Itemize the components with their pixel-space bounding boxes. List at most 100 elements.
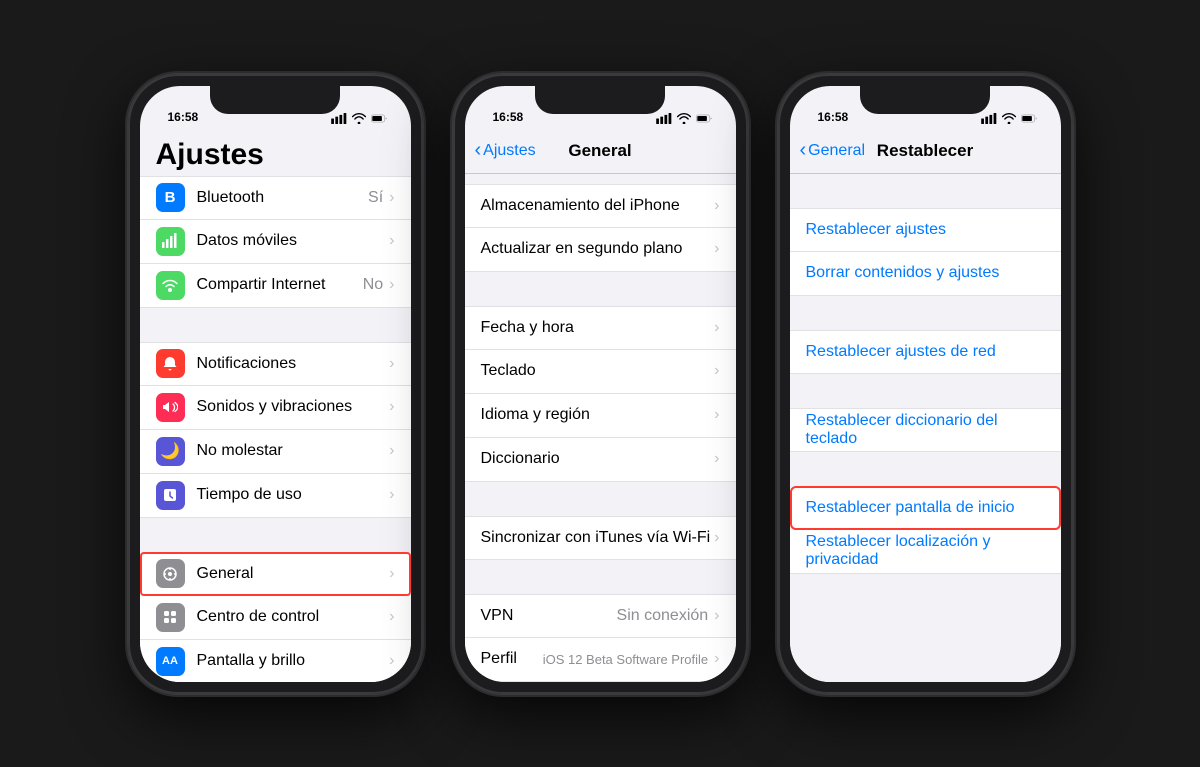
hotspot-label: Compartir Internet: [197, 276, 363, 294]
row-hotspot[interactable]: Compartir Internet No ›: [140, 264, 411, 308]
signal-icon-2: [656, 113, 672, 124]
row-reset-ajustes[interactable]: Restablecer ajustes: [790, 208, 1061, 252]
datetime-label: Fecha y hora: [481, 319, 715, 337]
status-icons-1: [331, 113, 387, 124]
keyboard-label: Teclado: [481, 362, 715, 380]
row-keyboard[interactable]: Teclado ›: [465, 350, 736, 394]
group-system: General › Centro de control › AA Pantall…: [140, 552, 411, 682]
row-display[interactable]: AA Pantalla y brillo ›: [140, 640, 411, 682]
nav-title-3: Restablecer: [877, 141, 973, 161]
vpn-label: VPN: [481, 607, 617, 625]
row-datetime[interactable]: Fecha y hora ›: [465, 306, 736, 350]
status-time-2: 16:58: [489, 110, 524, 124]
spacer-1: [140, 308, 411, 342]
nav-back-label-3: General: [808, 142, 865, 160]
spacer-r4: [790, 452, 1061, 486]
row-dictionary[interactable]: Diccionario ›: [465, 438, 736, 482]
row-vpn[interactable]: VPN Sin conexión ›: [465, 594, 736, 638]
cellular-chevron: ›: [389, 232, 394, 250]
sounds-icon: [156, 393, 185, 422]
spacer-r3: [790, 374, 1061, 408]
bluetooth-chevron: ›: [389, 189, 394, 207]
status-time-1: 16:58: [164, 110, 199, 124]
row-bluetooth[interactable]: B Bluetooth Sí ›: [140, 176, 411, 220]
row-language[interactable]: Idioma y región ›: [465, 394, 736, 438]
iphone-3: 16:58: [778, 74, 1073, 694]
notch-1: [210, 86, 340, 114]
back-chevron-2: ‹: [475, 139, 482, 162]
row-general[interactable]: General ›: [140, 552, 411, 596]
row-borrar[interactable]: Borrar contenidos y ajustes: [790, 252, 1061, 296]
row-reset-pantalla[interactable]: Restablecer pantalla de inicio: [790, 486, 1061, 530]
group-reset-red: Restablecer ajustes de red: [790, 330, 1061, 374]
borrar-label: Borrar contenidos y ajustes: [806, 264, 1000, 282]
group-reset-teclado: Restablecer diccionario del teclado: [790, 408, 1061, 452]
content-2: Almacenamiento del iPhone › Actualizar e…: [465, 174, 736, 682]
row-reset-localizacion[interactable]: Restablecer localización y privacidad: [790, 530, 1061, 574]
row-bgrefresh[interactable]: Actualizar en segundo plano ›: [465, 228, 736, 272]
spacer-2: [140, 518, 411, 552]
notifications-label: Notificaciones: [197, 355, 390, 373]
bluetooth-value: Sí: [368, 189, 383, 207]
storage-chevron: ›: [714, 197, 719, 215]
language-chevron: ›: [714, 406, 719, 424]
iphone-2: 16:58: [453, 74, 748, 694]
spacer-r2: [790, 296, 1061, 330]
back-chevron-3: ‹: [800, 139, 807, 162]
wifi-icon-2: [676, 113, 692, 124]
control-label: Centro de control: [197, 608, 390, 626]
keyboard-chevron: ›: [714, 362, 719, 380]
row-cellular[interactable]: Datos móviles ›: [140, 220, 411, 264]
dnd-label: No molestar: [197, 442, 390, 460]
row-screentime[interactable]: Tiempo de uso ›: [140, 474, 411, 518]
battery-icon-3: [1021, 113, 1037, 124]
cellular-label: Datos móviles: [197, 232, 390, 250]
nav-back-3[interactable]: ‹ General: [800, 141, 866, 162]
row-control[interactable]: Centro de control ›: [140, 596, 411, 640]
display-chevron: ›: [389, 652, 394, 670]
profile-chevron: ›: [714, 650, 719, 668]
storage-label: Almacenamiento del iPhone: [481, 197, 715, 215]
group-reset-pantalla: Restablecer pantalla de inicio Restablec…: [790, 486, 1061, 574]
group-datetime: Fecha y hora › Teclado › Idioma y región…: [465, 306, 736, 482]
bgrefresh-chevron: ›: [714, 240, 719, 258]
status-time-3: 16:58: [814, 110, 849, 124]
hotspot-value: No: [363, 276, 383, 294]
spacer-g2: [465, 272, 736, 306]
row-reset-red[interactable]: Restablecer ajustes de red: [790, 330, 1061, 374]
reset-teclado-label: Restablecer diccionario del teclado: [806, 412, 1045, 448]
content-3: Restablecer ajustes Borrar contenidos y …: [790, 174, 1061, 682]
group-notifications: Notificaciones › Sonidos y vibraciones ›…: [140, 342, 411, 518]
nav-bar-2: ‹ Ajustes General: [465, 130, 736, 174]
screentime-icon: [156, 481, 185, 510]
itunes-label: Sincronizar con iTunes vía Wi-Fi: [481, 529, 715, 547]
bluetooth-icon: B: [156, 183, 185, 212]
notch-3: [860, 86, 990, 114]
screentime-label: Tiempo de uso: [197, 486, 390, 504]
row-profile[interactable]: Perfil iOS 12 Beta Software Profile ›: [465, 638, 736, 682]
nav-back-2[interactable]: ‹ Ajustes: [475, 141, 536, 162]
reset-ajustes-label: Restablecer ajustes: [806, 221, 947, 239]
nav-back-label-2: Ajustes: [483, 142, 535, 160]
dnd-chevron: ›: [389, 442, 394, 460]
notifications-icon: [156, 349, 185, 378]
vpn-value: Sin conexión: [617, 607, 709, 625]
notifications-chevron: ›: [389, 355, 394, 373]
dictionary-label: Diccionario: [481, 450, 715, 468]
group-vpn: VPN Sin conexión › Perfil iOS 12 Beta So…: [465, 594, 736, 682]
language-label: Idioma y región: [481, 406, 715, 424]
battery-icon-2: [696, 113, 712, 124]
row-sounds[interactable]: Sonidos y vibraciones ›: [140, 386, 411, 430]
row-notifications[interactable]: Notificaciones ›: [140, 342, 411, 386]
row-dnd[interactable]: 🌙 No molestar ›: [140, 430, 411, 474]
row-itunes[interactable]: Sincronizar con iTunes vía Wi-Fi ›: [465, 516, 736, 560]
group-connectivity: B Bluetooth Sí › Datos móviles ›: [140, 176, 411, 308]
spacer-r1: [790, 174, 1061, 208]
vpn-chevron: ›: [714, 607, 719, 625]
general-icon: [156, 559, 185, 588]
battery-icon: [371, 113, 387, 124]
sounds-label: Sonidos y vibraciones: [197, 398, 390, 416]
reset-localizacion-label: Restablecer localización y privacidad: [806, 533, 1045, 569]
row-reset-teclado[interactable]: Restablecer diccionario del teclado: [790, 408, 1061, 452]
row-storage[interactable]: Almacenamiento del iPhone ›: [465, 184, 736, 228]
